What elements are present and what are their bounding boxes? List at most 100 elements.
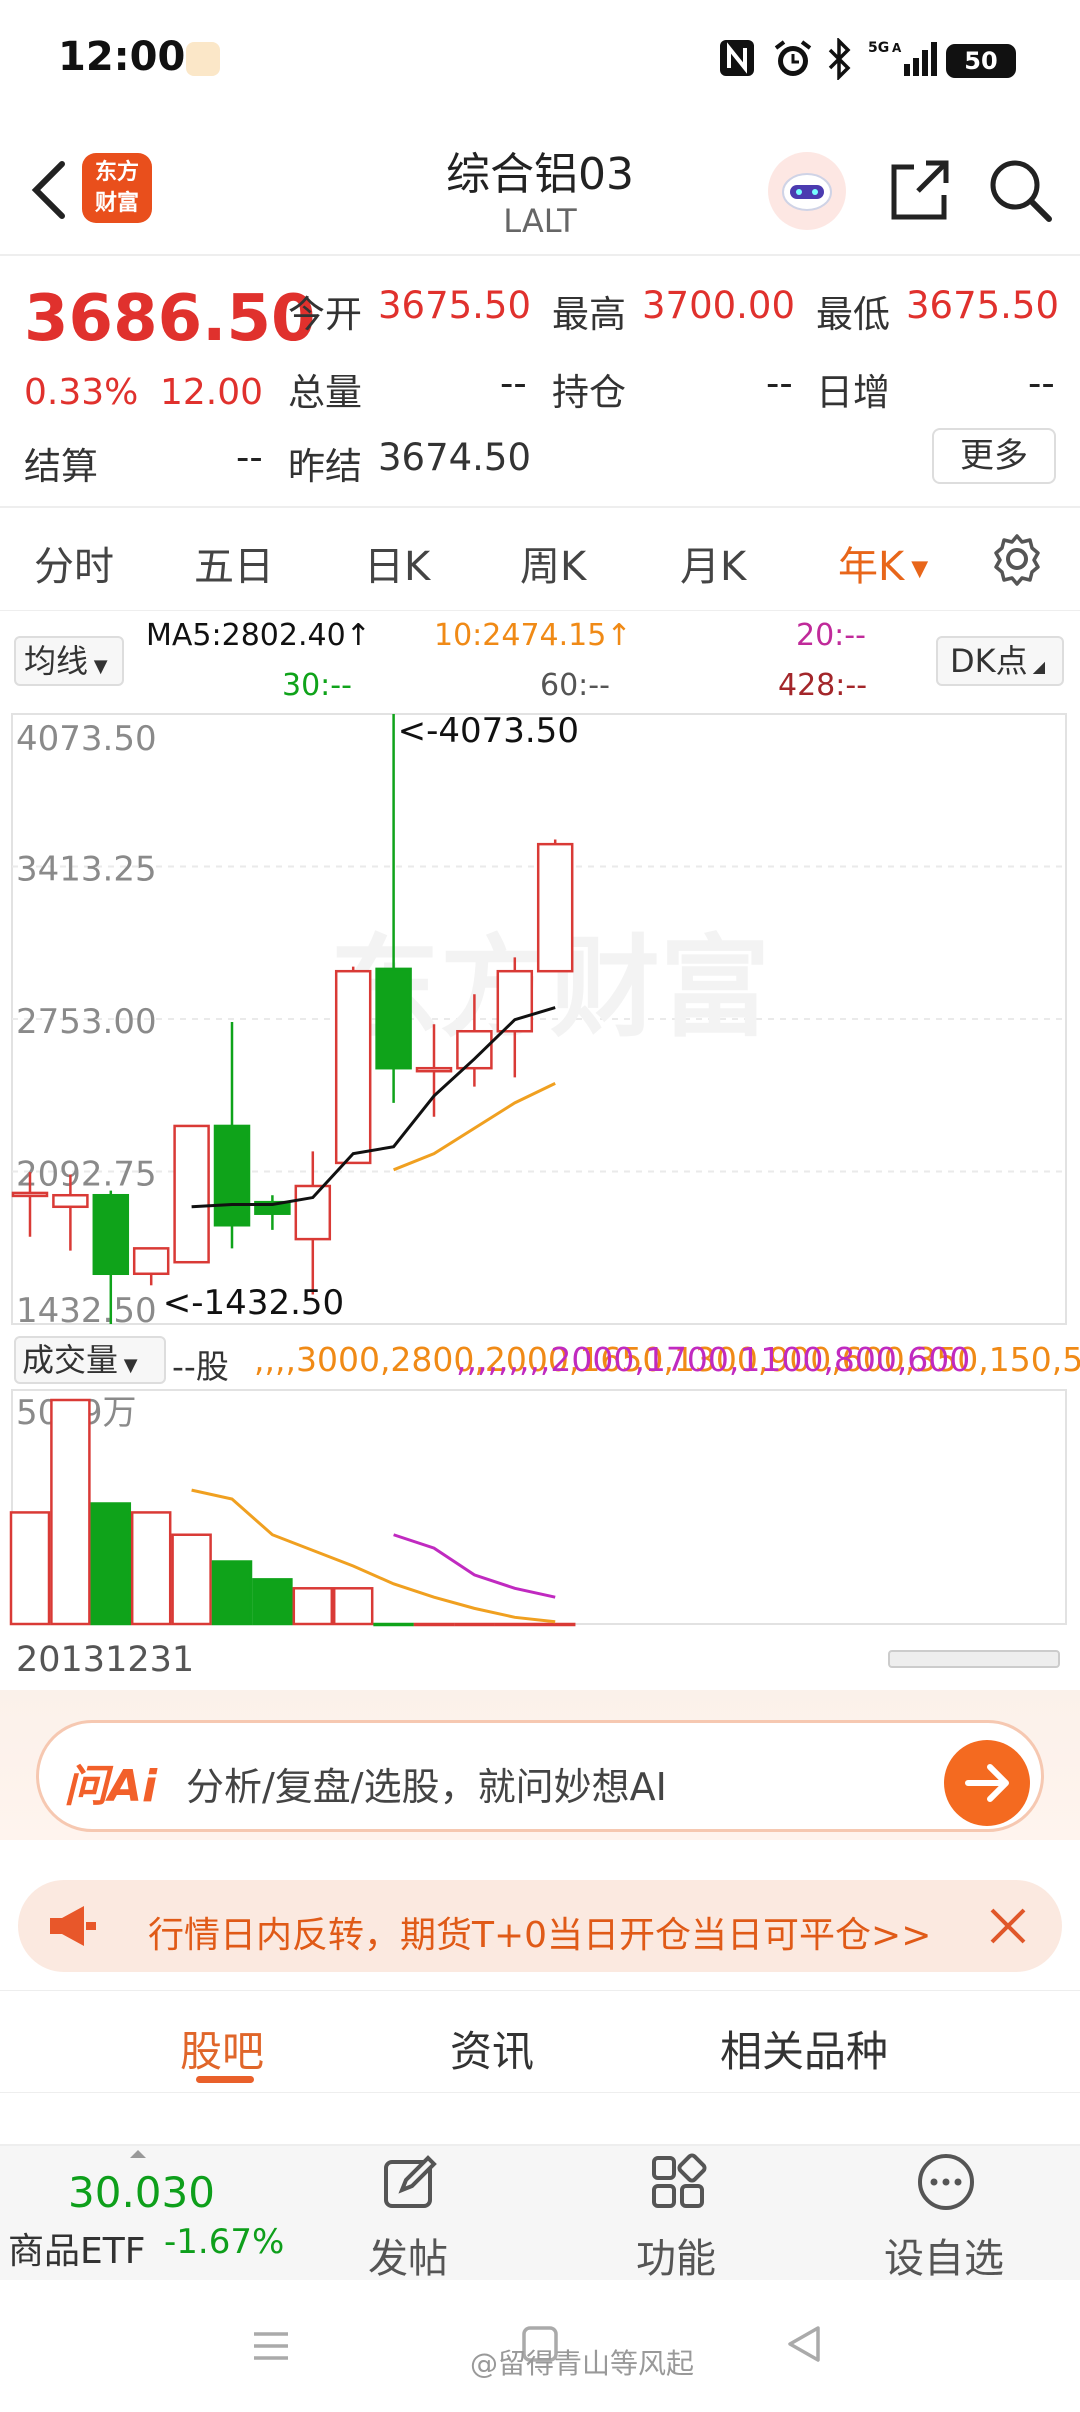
y-tick-label: 4073.50 [16,719,157,759]
functions-button[interactable]: 功能 [636,2226,716,2284]
search-button[interactable] [984,154,1056,226]
volume-bar [454,1622,495,1627]
divider [0,254,1080,256]
active-tab-indicator [196,2076,254,2083]
share-icon [891,160,949,220]
change-percent: 0.33% [24,372,139,413]
daily-increase-value: -- [1028,362,1055,405]
signal-icon: 5G A [866,38,938,80]
robot-icon [782,173,832,211]
volume-bar [292,1587,334,1626]
back-nav-icon[interactable] [784,2324,824,2368]
page-subtitle: LALT [503,202,577,240]
volume-value-label: --股 [172,1347,229,1386]
high-label: 最高 [552,293,626,336]
close-icon [990,1908,1026,1944]
post-button[interactable]: 发帖 [368,2226,448,2284]
dropdown-arrow-icon: ▼ [118,1355,138,1376]
ma428-label: 428:-- [778,668,868,703]
collapse-arrow-icon[interactable] [130,2150,146,2158]
ai-logo: 问Ai [64,1761,158,1812]
notice-text: 行情日内反转，期货T+0当日开仓当日可平仓>> [148,1915,932,1956]
y-tick-label: 1432.50 [16,1291,157,1331]
candlestick-chart[interactable]: 4073.503413.252753.002092.751432.50东方财富<… [0,708,1080,1338]
volume-bar [90,1502,132,1626]
volume-bar [373,1622,414,1627]
tab-monthly-k[interactable]: 月K [680,534,746,592]
y-tick-label: 2753.00 [16,1002,157,1042]
open-value: 3675.50 [378,284,532,327]
candle-body [92,1193,130,1276]
open-label: 今开 [288,293,362,336]
status-bar: 12:00 5G A 50 [0,0,1080,120]
volume-bar [534,1622,576,1627]
apps-grid-icon[interactable] [648,2152,708,2212]
chart-scrollbar[interactable] [888,1650,1060,1668]
divider [0,506,1080,508]
tab-intraday[interactable]: 分时 [34,534,114,592]
candle-body [294,1184,332,1241]
dk-point-button[interactable]: DK点 ◢ [936,636,1064,686]
settle-label: 结算 [24,445,98,488]
divider [0,2092,1080,2093]
tab-guba[interactable]: 股吧 [180,2018,264,2079]
volume-bar [252,1578,293,1626]
tab-related[interactable]: 相关品种 [720,2018,888,2079]
candle-body [415,1066,453,1073]
tab-yearly-k-label: 年K [838,544,905,590]
ai-go-button[interactable] [944,1740,1030,1826]
low-label: 最低 [816,293,890,336]
add-watchlist-button[interactable]: 设自选 [884,2226,1004,2284]
prev-settle-value: 3674.50 [378,436,532,479]
low-value: 3675.50 [906,284,1060,327]
ai-prompt-text: 分析/复盘/选股，就问妙想AI [186,1765,667,1809]
back-button[interactable] [22,150,82,230]
nfc-icon [718,38,756,80]
etf-name[interactable]: 商品ETF [8,2222,145,2274]
volume-bar [50,1398,91,1626]
tab-weekly-k[interactable]: 周K [520,534,586,592]
divider [0,1990,1080,1991]
chart-settings-button[interactable] [990,532,1044,586]
etf-change[interactable]: -1.67% [164,2222,284,2262]
svg-text:A: A [892,41,902,55]
svg-text:5G: 5G [868,40,889,56]
more-dots-icon[interactable] [916,2152,976,2212]
candle-body [375,967,412,1070]
candle-body [536,842,574,973]
volume-bar [171,1533,212,1626]
dropdown-arrow-icon: ▼ [904,556,929,582]
gear-icon [994,534,1040,586]
etf-price[interactable]: 30.030 [68,2168,215,2217]
more-button[interactable]: 更多 [932,428,1056,484]
candle-body [456,1029,493,1070]
candle-body [132,1247,170,1276]
volume-bar [494,1622,536,1627]
ma60-label: 60:-- [540,668,610,703]
battery-indicator: 50 [946,44,1016,78]
tab-news[interactable]: 资讯 [450,2018,534,2079]
search-icon [990,160,1052,222]
app-logo[interactable]: 东方 财富 [82,153,152,223]
position-label: 持仓 [552,371,626,414]
last-price: 3686.50 [24,282,316,356]
alarm-icon [772,38,814,80]
share-button[interactable] [884,155,954,225]
ma-selector[interactable]: 均线 ▼ [14,636,124,686]
tab-five-day[interactable]: 五日 [194,534,274,592]
ma20-label: 20:-- [796,618,866,653]
arrow-right-icon [965,1764,1009,1802]
tab-daily-k[interactable]: 日K [364,534,430,592]
volume-bar [9,1511,51,1626]
candle-body [496,969,534,1033]
indicator-selector[interactable]: 成交量 ▼ [14,1336,166,1384]
tab-yearly-k[interactable]: 年K ▼ [838,534,928,592]
edit-icon[interactable] [380,2152,440,2212]
notice-close-button[interactable] [982,1900,1034,1952]
volume-ma2-label: ,,,,,,,,,2000,1700,1100,800,600 [456,1340,971,1379]
max-price-label: <-4073.50 [398,711,579,751]
watermark-text: @留得青山等风起 [470,2347,695,2380]
prev-settle-label: 昨结 [288,445,362,488]
ai-assistant-button[interactable] [768,152,846,230]
recent-apps-icon[interactable] [250,2326,292,2370]
